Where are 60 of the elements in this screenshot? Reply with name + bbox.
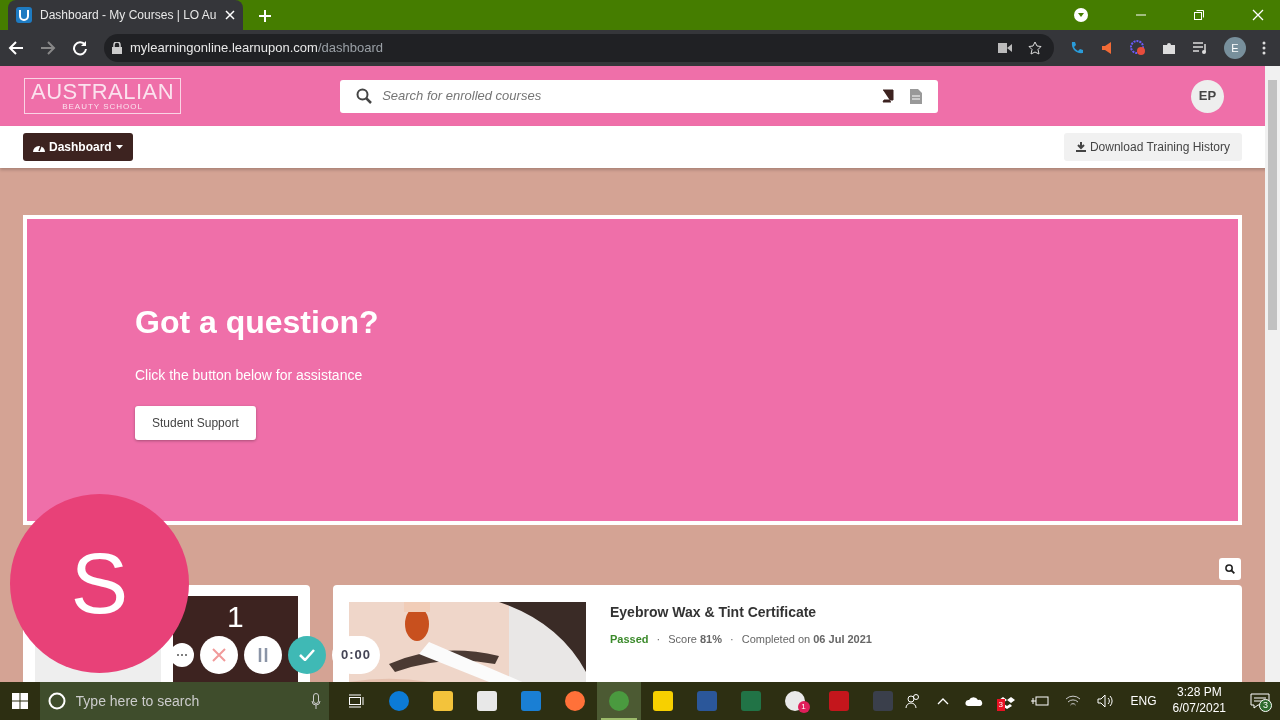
taskbar-app[interactable]: 1 bbox=[772, 682, 817, 720]
address-bar[interactable]: mylearningonline.learnupon.com/dashboard bbox=[104, 34, 1054, 62]
dashboard-menu[interactable]: Dashboard bbox=[23, 133, 133, 161]
student-support-button[interactable]: Student Support bbox=[135, 406, 256, 441]
cloud-icon[interactable] bbox=[964, 696, 983, 706]
separator-dot: · bbox=[730, 632, 734, 647]
megaphone-icon[interactable] bbox=[1100, 41, 1114, 55]
language-indicator[interactable]: ENG bbox=[1130, 692, 1157, 710]
speaker-icon[interactable] bbox=[1096, 694, 1115, 708]
cortana-icon bbox=[47, 692, 66, 710]
profile-menu-icon[interactable] bbox=[1074, 8, 1088, 22]
url-text: mylearningonline.learnupon.com/dashboard bbox=[130, 39, 383, 58]
taskbar-app[interactable] bbox=[596, 682, 641, 720]
lock-icon bbox=[112, 42, 122, 54]
taskbar-search-field[interactable]: Type here to search bbox=[73, 689, 303, 713]
search-icon bbox=[1225, 563, 1235, 575]
course-status: Passed bbox=[610, 632, 649, 647]
windows-icon bbox=[11, 693, 28, 709]
microphone-icon bbox=[311, 693, 321, 709]
extension-icon[interactable] bbox=[1130, 40, 1146, 56]
document-icon[interactable] bbox=[910, 88, 923, 104]
course-title[interactable]: Eyebrow Wax & Tint Certificate bbox=[610, 602, 872, 623]
playlist-icon[interactable] bbox=[1192, 41, 1208, 55]
site-icon bbox=[16, 7, 32, 23]
download-button[interactable]: Download Training History bbox=[1063, 133, 1242, 161]
scrollbar[interactable] bbox=[1265, 66, 1280, 682]
back-icon[interactable] bbox=[8, 40, 24, 56]
download-icon bbox=[1075, 142, 1086, 152]
browser-tab[interactable]: Dashboard - My Courses | LO Au bbox=[8, 0, 243, 30]
restore-icon[interactable] bbox=[1194, 10, 1204, 20]
user-avatar[interactable]: EP bbox=[1191, 79, 1224, 113]
camera-icon[interactable] bbox=[998, 43, 1012, 53]
notification-icon[interactable]: 3 bbox=[1250, 691, 1272, 711]
new-tab-icon[interactable] bbox=[258, 10, 271, 22]
forward-icon[interactable] bbox=[40, 40, 56, 56]
close-icon bbox=[212, 648, 226, 662]
search-icon bbox=[356, 88, 373, 104]
phone-icon[interactable] bbox=[1070, 41, 1084, 55]
task-view-icon bbox=[348, 694, 365, 708]
chevron-up-icon[interactable] bbox=[936, 697, 949, 705]
taskbar-search-bar[interactable]: Type here to search bbox=[39, 682, 329, 720]
power-icon[interactable] bbox=[1030, 695, 1049, 707]
completion-date: Completed on 06 Jul 2021 bbox=[741, 632, 872, 647]
check-icon bbox=[299, 649, 315, 661]
pause-icon bbox=[258, 648, 268, 662]
reload-icon[interactable] bbox=[72, 40, 88, 56]
people-icon[interactable] bbox=[904, 693, 921, 709]
wifi-icon[interactable] bbox=[1064, 694, 1081, 708]
clock[interactable]: 3:28 PM 6/07/2021 bbox=[1172, 685, 1226, 717]
caret-icon bbox=[115, 145, 123, 149]
close-icon[interactable] bbox=[224, 10, 235, 20]
search-button[interactable] bbox=[1219, 558, 1241, 580]
more-icon[interactable] bbox=[1262, 41, 1266, 55]
hero-title: Got a question? bbox=[135, 303, 380, 342]
tab-title: Dashboard - My Courses | LO Au bbox=[40, 7, 217, 24]
course-score: Score 81% bbox=[668, 632, 723, 647]
search-bar[interactable]: Search for enrolled courses bbox=[340, 79, 939, 113]
hero-text: Click the button below for assistance bbox=[135, 366, 364, 386]
star-icon[interactable] bbox=[1028, 41, 1042, 55]
separator-dot: · bbox=[656, 632, 661, 647]
